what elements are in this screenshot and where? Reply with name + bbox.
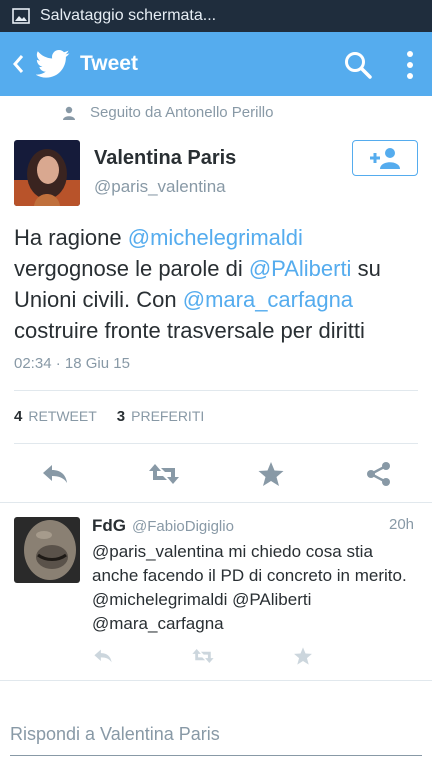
tweet-text-part: vergognose le parole di (14, 256, 249, 281)
person-icon (63, 106, 75, 120)
reply-action-bar (0, 644, 432, 668)
favorite-star-icon[interactable] (292, 646, 314, 666)
status-bar: Salvataggio schermata... (0, 0, 432, 32)
reply-text: @paris_valentina mi chiedo cosa stia anc… (92, 542, 407, 633)
search-icon[interactable] (342, 49, 374, 81)
mention-link[interactable]: @mara_carfagna (183, 287, 353, 312)
reply-author-name[interactable]: FdG (92, 516, 126, 536)
author-handle[interactable]: @paris_valentina (94, 177, 226, 197)
mention-link[interactable]: @michelegrimaldi (128, 225, 303, 250)
reply-input[interactable]: Rispondi a Valentina Paris (10, 718, 422, 756)
page-title: Tweet (80, 52, 138, 75)
divider (0, 680, 432, 681)
mention-link[interactable]: @PAliberti (249, 256, 352, 281)
followed-by-text: Seguito da Antonello Perillo (90, 104, 274, 121)
twitter-bird-icon (36, 49, 70, 78)
author-name[interactable]: Valentina Paris (94, 147, 236, 170)
tweet-timestamp: 02:34 · 18 Giu 15 (14, 355, 130, 372)
reply-author-handle[interactable]: @FabioDigiglio (132, 518, 234, 535)
tweet-text: Ha ragione @michelegrimaldi vergognose l… (14, 222, 420, 346)
reply-icon[interactable] (40, 460, 70, 488)
social-context: Seguito da Antonello Perillo (62, 104, 273, 121)
avatar-photo (14, 517, 80, 583)
author-avatar[interactable] (14, 140, 80, 206)
retweet-icon[interactable] (147, 460, 181, 488)
status-notification: Salvataggio schermata... (40, 7, 217, 24)
retweet-icon[interactable] (191, 646, 215, 666)
add-user-icon (370, 148, 400, 169)
back-button[interactable] (4, 32, 32, 96)
follow-button[interactable] (352, 140, 418, 176)
divider (14, 443, 418, 444)
chevron-left-icon (13, 55, 24, 73)
tweet-action-bar (0, 454, 432, 494)
divider (0, 502, 432, 503)
favorite-label[interactable]: PREFERITI (131, 408, 204, 424)
tweet-stats: 4 RETWEET 3 PREFERITI (14, 408, 204, 425)
favorite-count[interactable]: 3 (117, 408, 125, 425)
share-icon[interactable] (364, 460, 394, 488)
favorite-star-icon[interactable] (256, 460, 286, 488)
overflow-menu-icon[interactable] (400, 48, 420, 82)
retweet-label[interactable]: RETWEET (28, 408, 96, 424)
image-icon (12, 8, 30, 24)
reply-icon[interactable] (92, 646, 114, 666)
tweet-text-part: costruire fronte trasversale per diritti (14, 318, 365, 343)
tweet-text-part: Ha ragione (14, 225, 128, 250)
app-bar: Tweet (0, 32, 432, 96)
avatar-photo (14, 140, 80, 206)
reply-time: 20h (389, 516, 415, 533)
divider (14, 390, 418, 391)
reply-author-avatar[interactable] (14, 517, 80, 583)
retweet-count[interactable]: 4 (14, 408, 22, 425)
